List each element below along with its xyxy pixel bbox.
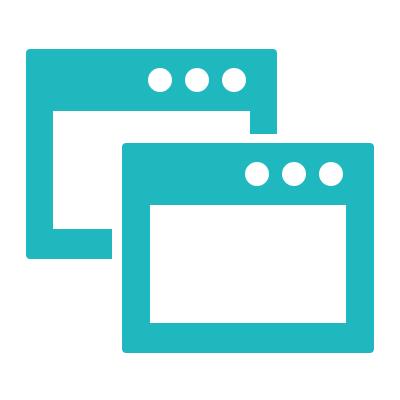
multiple-windows-icon [26, 49, 384, 363]
front-window-content-area [150, 205, 346, 323]
back-window-dot-2 [185, 68, 209, 92]
front-window [122, 143, 374, 353]
icon-canvas [0, 0, 400, 400]
back-window-dot-1 [148, 68, 172, 92]
front-window-dot-3 [319, 162, 343, 186]
front-window-dot-2 [282, 162, 306, 186]
back-window-dot-3 [222, 68, 246, 92]
front-window-dot-1 [245, 162, 269, 186]
